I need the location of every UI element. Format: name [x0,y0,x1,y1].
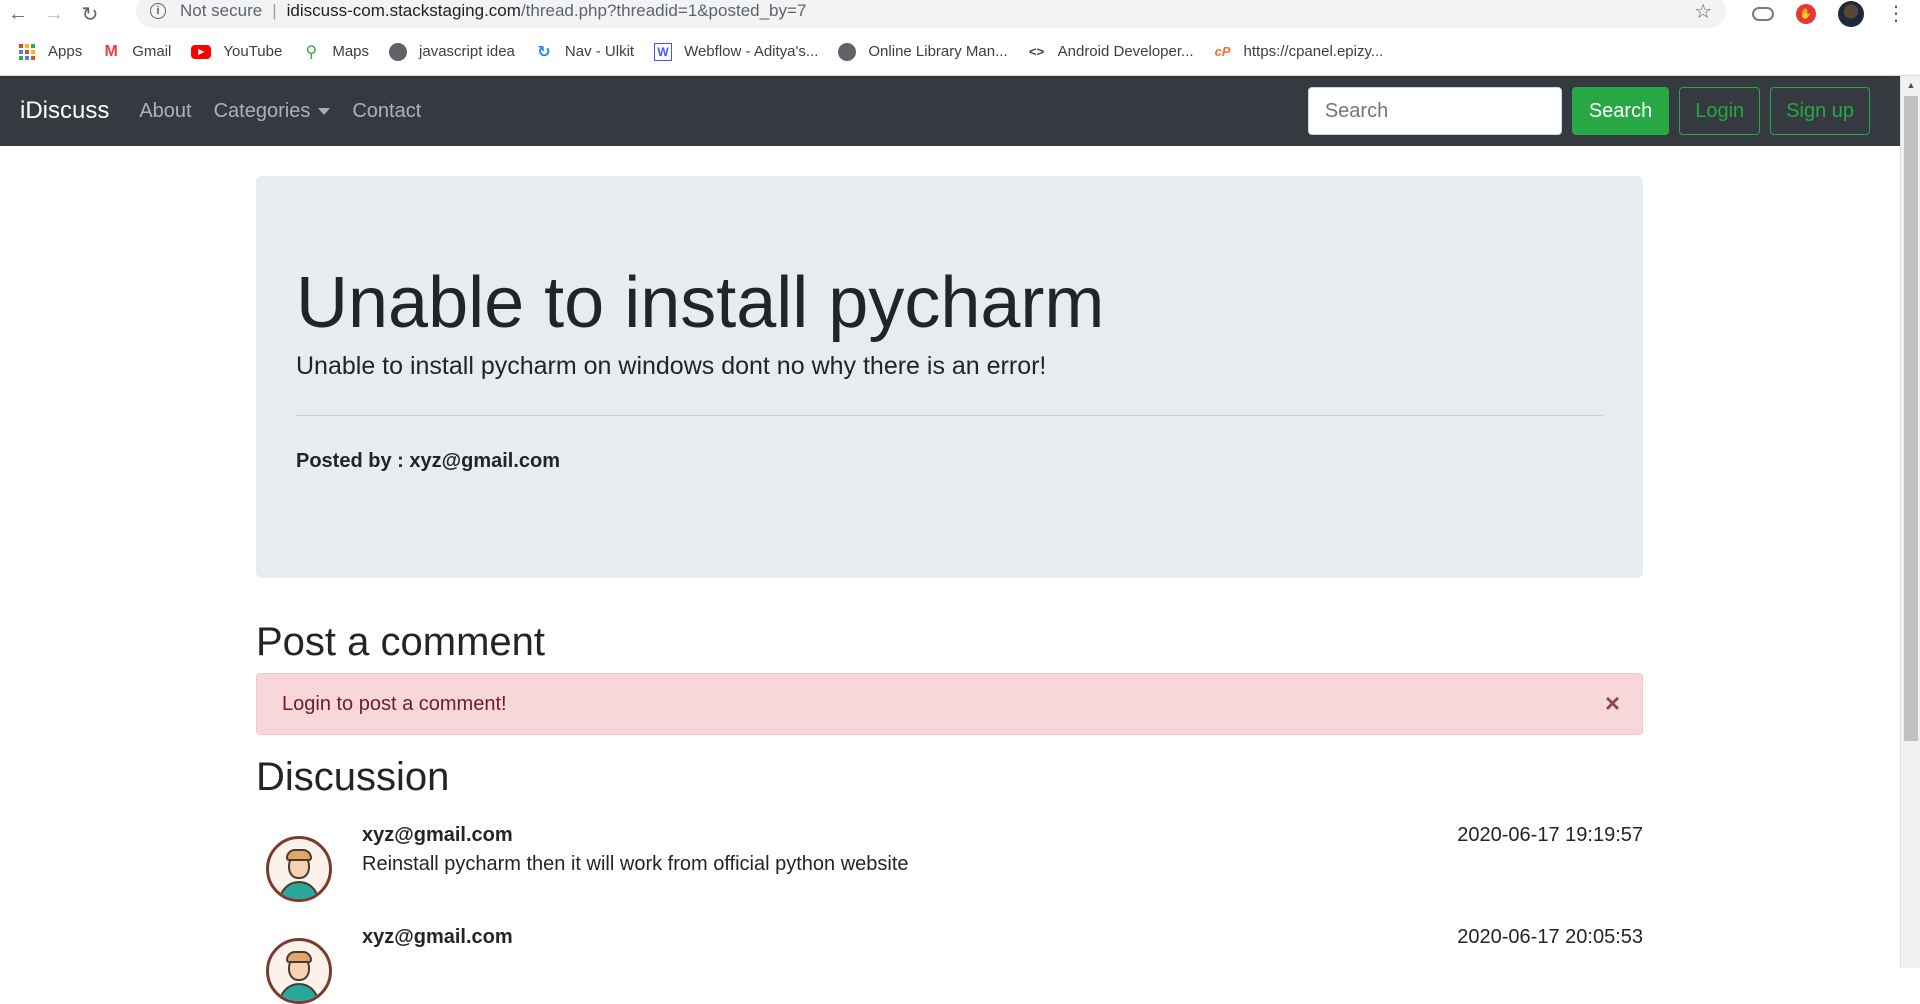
security-label: Not secure [180,1,263,20]
bookmark-label: Nav - Ulkit [564,43,635,60]
bookmark-youtube[interactable]: ▶ YouTube [191,43,282,60]
bookmark-android-developer[interactable]: <> Android Developer... [1028,43,1194,61]
bookmark-maps[interactable]: ⚲ Maps [302,43,369,61]
cloud-extension-icon[interactable] [1752,7,1774,21]
maps-icon: ⚲ [305,43,318,61]
post-comment-heading: Post a comment [256,620,546,664]
uikit-icon: ↻ [537,43,551,61]
globe-icon [838,42,857,61]
comment-timestamp: 2020-06-17 19:19:57 [1457,824,1643,846]
comment-user: xyz@gmail.com [362,926,513,948]
user-avatar-icon [266,836,332,902]
alert-message: Login to post a comment! [282,692,507,715]
scroll-up-icon[interactable]: ▲ [1901,76,1920,94]
youtube-icon: ▶ [191,44,212,59]
back-button[interactable]: ← [0,0,36,28]
signup-button[interactable]: Sign up [1770,87,1870,135]
bookmark-label: YouTube [223,43,283,60]
search-button[interactable]: Search [1571,87,1670,135]
search-input[interactable] [1307,87,1562,135]
login-alert: Login to post a comment! × [256,673,1643,735]
bookmark-label: Webflow - Aditya's... [684,43,819,60]
url-host: idiscuss-com.stackstaging.com [286,1,521,20]
bookmark-label: Maps [332,43,370,60]
thread-jumbotron: Unable to install pycharm Unable to inst… [256,176,1643,578]
bookmark-label: Online Library Man... [868,43,1008,60]
reload-button[interactable]: ↻ [72,0,108,28]
bookmark-online-library[interactable]: Online Library Man... [838,42,1008,61]
bookmark-nav-ulkit[interactable]: ↻ Nav - Ulkit [535,43,634,61]
bookmark-label: javascript idea [419,43,515,60]
site-navbar: iDiscuss About Categories Contact Search… [0,76,1900,146]
navbar-actions: Search Login Sign up [1307,87,1870,135]
comment-user: xyz@gmail.com [362,824,513,846]
comment-timestamp: 2020-06-17 20:05:53 [1457,926,1643,948]
nav-dropdown-categories[interactable]: Categories [214,100,331,123]
webflow-icon: W [654,42,673,61]
user-avatar-icon [266,938,332,1004]
cpanel-icon: cP [1214,44,1231,59]
bookmark-gmail[interactable]: M Gmail [102,42,172,61]
browser-extensions: ✋ ⋮ [1752,0,1920,28]
stop-extension-icon[interactable]: ✋ [1796,4,1816,24]
bookmark-javascript-idea[interactable]: javascript idea [389,42,515,61]
globe-icon [389,42,408,61]
bookmark-webflow[interactable]: W Webflow - Aditya's... [654,42,819,61]
comment-text: Reinstall pycharm then it will work from… [362,853,909,875]
bookmark-label: https://cpanel.epizy... [1243,43,1384,60]
brand-logo[interactable]: iDiscuss [20,97,109,125]
nav-link-about[interactable]: About [139,100,191,123]
page-scrollbar[interactable]: ▲ [1900,76,1920,968]
bookmark-apps[interactable]: Apps [18,43,82,61]
main-container: Unable to install pycharm Unable to inst… [256,176,1643,1004]
gmail-icon: M [104,42,118,60]
nav-link-contact[interactable]: Contact [352,100,421,123]
thread-title: Unable to install pycharm [296,263,1105,343]
login-button[interactable]: Login [1679,87,1761,135]
bookmark-star-icon[interactable]: ☆ [1694,0,1712,24]
browser-toolbar: ← → ↻ i Not secure | idiscuss-com.stacks… [0,0,1920,28]
nav-link-label: Categories [213,99,311,122]
code-icon: <> [1029,44,1045,59]
discussion-heading: Discussion [256,755,450,799]
comment-item: xyz@gmail.com Reinstall pycharm then it … [256,824,1643,902]
scrollbar-thumb[interactable] [1904,96,1918,741]
profile-avatar[interactable] [1838,1,1864,27]
bookmarks-bar: Apps M Gmail ▶ YouTube ⚲ Maps javascript… [0,28,1920,76]
posted-by: Posted by : xyz@gmail.com [296,450,561,473]
url-path: /thread.php?threadid=1&posted_by=7 [520,1,807,20]
caret-down-icon [318,107,331,115]
bookmark-label: Apps [48,43,83,60]
close-icon[interactable]: × [1605,690,1620,716]
bookmark-label: Android Developer... [1057,43,1194,60]
info-icon[interactable]: i [150,3,166,19]
apps-grid-icon [18,43,36,61]
divider [296,415,1603,417]
bookmark-label: Gmail [132,43,172,60]
forward-button[interactable]: → [36,0,72,28]
address-bar[interactable]: i Not secure | idiscuss-com.stackstaging… [136,0,1726,28]
url-separator: | [272,1,277,20]
thread-description: Unable to install pycharm on windows don… [296,352,1047,381]
menu-kebab-icon[interactable]: ⋮ [1886,4,1906,24]
bookmark-cpanel[interactable]: cP https://cpanel.epizy... [1214,43,1384,61]
comment-item: xyz@gmail.com 2020-06-17 20:05:53 [256,926,1643,1004]
